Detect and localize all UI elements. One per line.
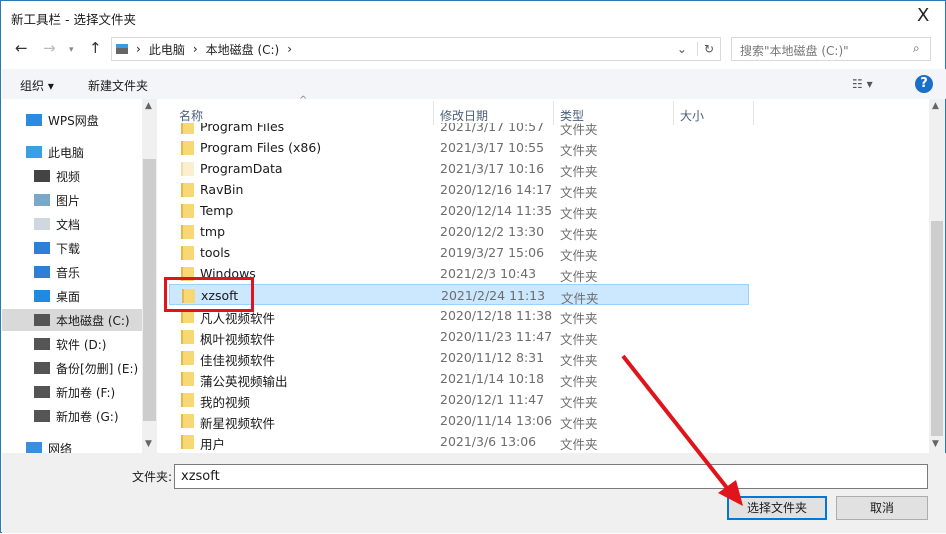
annotation-arrow (621, 354, 743, 506)
folder-picker-dialog: 新工具栏 - 选择文件夹 X ← → ▾ ↑ › 此电脑 › 本地磁盘 (C:)… (0, 0, 946, 533)
